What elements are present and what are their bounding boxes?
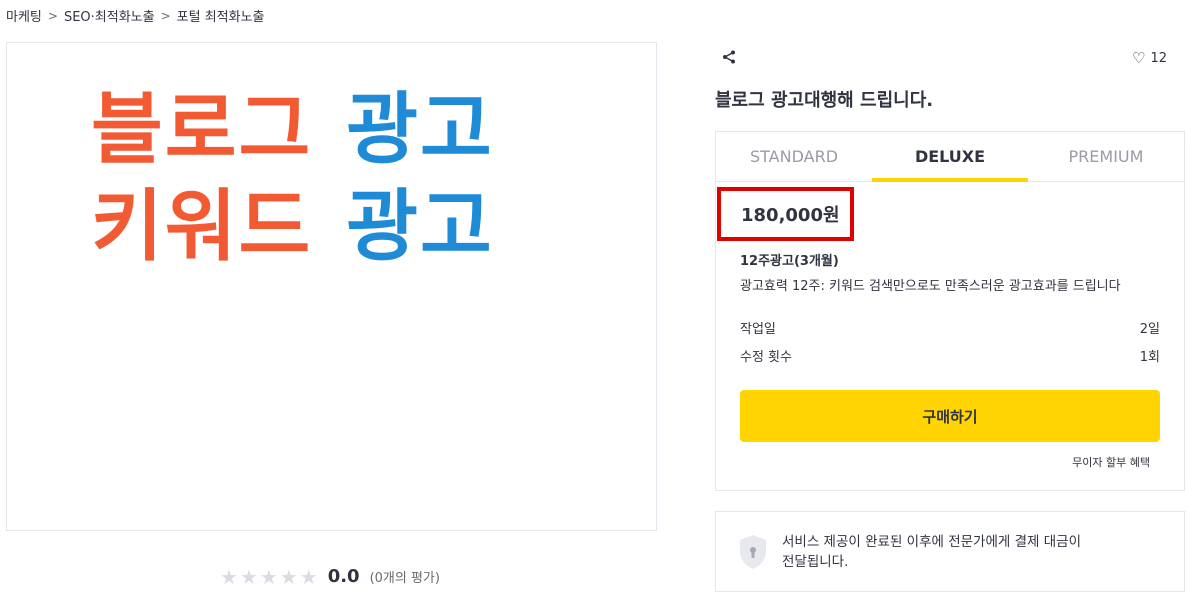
spec-label: 수정 횟수 bbox=[740, 350, 792, 365]
hero-text-blog: 블로그 bbox=[91, 85, 313, 175]
package-name: 12주광고(3개월) bbox=[740, 254, 839, 269]
hero-text-ad-2: 광고 bbox=[346, 182, 494, 272]
safe-payment-notice: 서비스 제공이 완료된 이후에 전문가에게 결제 대금이 전달됩니다. bbox=[715, 511, 1185, 592]
buy-button[interactable]: 구매하기 bbox=[740, 390, 1160, 442]
product-image[interactable]: 블로그 광고 키워드 광고 bbox=[6, 42, 657, 531]
tab-deluxe[interactable]: DELUXE bbox=[872, 132, 1028, 182]
heart-icon: ♡ bbox=[1132, 49, 1146, 67]
chevron-right-icon: > bbox=[160, 8, 171, 23]
safe-payment-line-1: 서비스 제공이 완료된 이후에 전문가에게 결제 대금이 bbox=[782, 533, 1081, 550]
breadcrumb: 마케팅 > SEO·최적화노출 > 포털 최적화노출 bbox=[6, 6, 265, 26]
installment-link[interactable]: 무이자 할부 혜택 bbox=[1072, 454, 1150, 470]
star-icon: ★ bbox=[279, 564, 298, 589]
safe-payment-line-2: 전달됩니다. bbox=[782, 553, 849, 570]
share-icon bbox=[723, 50, 735, 64]
safe-payment-text: 서비스 제공이 완료된 이후에 전문가에게 결제 대금이 전달됩니다. bbox=[782, 532, 1081, 572]
package-price: 180,000원 bbox=[741, 205, 840, 226]
spec-row-workdays: 작업일 2일 bbox=[740, 318, 1160, 337]
hero-line-2: 키워드 광고 bbox=[91, 188, 494, 266]
breadcrumb-item-portal[interactable]: 포털 최적화노출 bbox=[177, 6, 265, 25]
star-icon: ★ bbox=[239, 564, 258, 589]
tab-standard[interactable]: STANDARD bbox=[716, 132, 872, 181]
share-button[interactable] bbox=[722, 50, 736, 68]
hero-text-ad: 광고 bbox=[346, 85, 494, 175]
shield-lock-icon bbox=[740, 534, 766, 569]
rating-score: 0.0 bbox=[327, 566, 360, 587]
rating-count: (0개의 평가) bbox=[369, 571, 440, 586]
tab-premium[interactable]: PREMIUM bbox=[1028, 132, 1184, 181]
product-title: 블로그 광고대행해 드립니다. bbox=[715, 90, 934, 111]
star-icon: ★ bbox=[299, 564, 318, 589]
price-highlight: 180,000원 bbox=[717, 187, 854, 241]
spec-value: 2일 bbox=[1139, 322, 1160, 337]
spec-row-revisions: 수정 횟수 1회 bbox=[740, 346, 1160, 365]
package-tabs: STANDARD DELUXE PREMIUM bbox=[716, 132, 1184, 182]
breadcrumb-item-seo[interactable]: SEO·최적화노출 bbox=[64, 6, 155, 25]
spec-label: 작업일 bbox=[740, 322, 776, 337]
like-button[interactable]: ♡ 12 bbox=[1132, 49, 1167, 67]
like-count: 12 bbox=[1150, 50, 1167, 66]
rating-summary: ★ ★ ★ ★ ★ 0.0 (0개의 평가) bbox=[220, 566, 440, 587]
package-description: 광고효력 12주: 키워드 검색만으로도 만족스러운 광고효과를 드립니다 bbox=[740, 279, 1121, 294]
hero-line-1: 블로그 광고 bbox=[91, 91, 494, 169]
package-panel: STANDARD DELUXE PREMIUM 180,000원 12주광고(3… bbox=[715, 131, 1185, 491]
star-icon: ★ bbox=[220, 564, 238, 589]
spec-value: 1회 bbox=[1139, 350, 1160, 365]
breadcrumb-item-marketing[interactable]: 마케팅 bbox=[6, 6, 42, 25]
hero-text-keyword: 키워드 bbox=[91, 182, 313, 272]
chevron-right-icon: > bbox=[47, 8, 58, 23]
star-icon: ★ bbox=[259, 564, 278, 589]
